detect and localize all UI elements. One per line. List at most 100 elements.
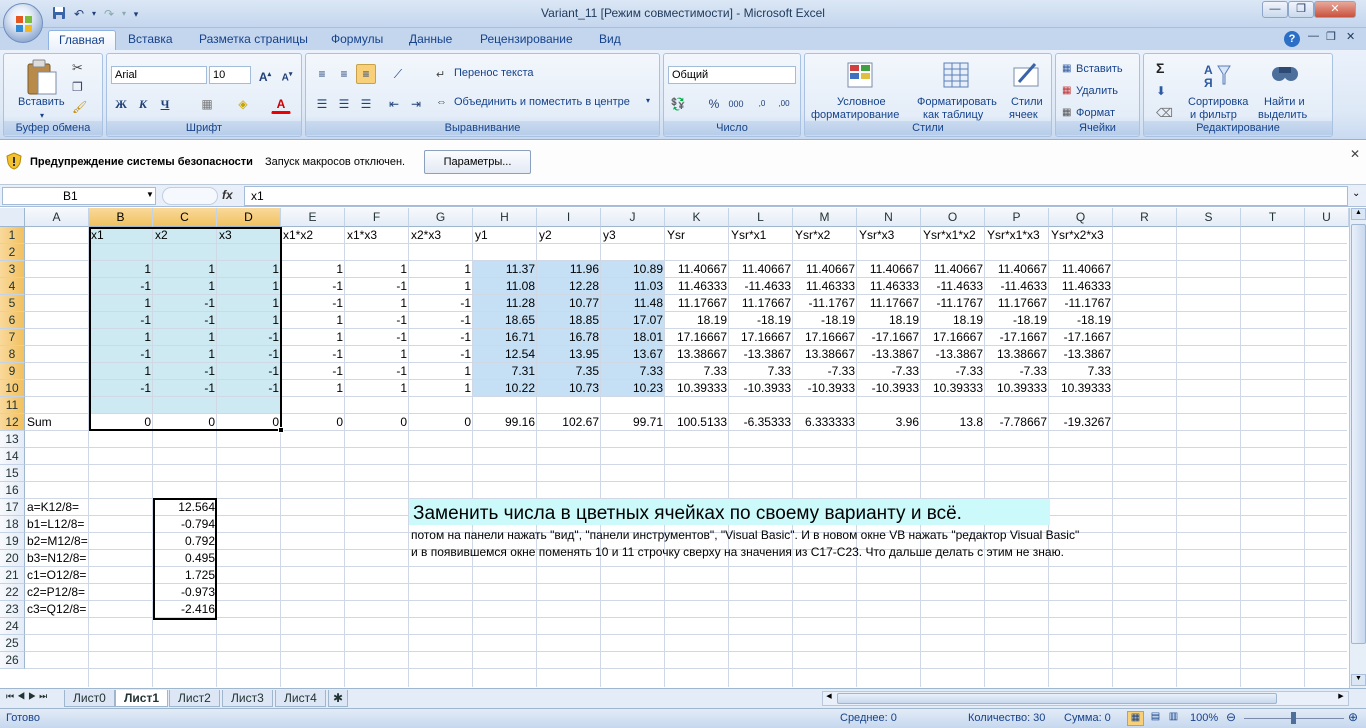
coeff-label-cell[interactable]: c2=P12/8=: [25, 584, 145, 601]
column-header[interactable]: G: [409, 208, 473, 227]
paste-dropdown-icon[interactable]: ▾: [40, 111, 44, 120]
row-header[interactable]: 12: [0, 414, 25, 431]
data-cell[interactable]: 17.16667: [665, 329, 729, 346]
data-cell[interactable]: -1: [345, 363, 409, 380]
horizontal-scroll-thumb[interactable]: [837, 693, 1277, 704]
data-cell[interactable]: 7.35: [537, 363, 601, 380]
row-header[interactable]: 2: [0, 244, 25, 261]
data-cell[interactable]: 11.17667: [985, 295, 1049, 312]
data-cell[interactable]: 11.17667: [857, 295, 921, 312]
column-header[interactable]: I: [537, 208, 601, 227]
tab-insert[interactable]: Вставка: [118, 30, 183, 50]
conditional-formatting-label-2[interactable]: форматирование: [811, 109, 899, 121]
currency-icon[interactable]: 💱: [668, 94, 688, 114]
format-painter-icon[interactable]: 🖌: [72, 100, 87, 114]
data-cell[interactable]: -13.3867: [921, 346, 985, 363]
bold-icon[interactable]: Ж: [111, 94, 131, 114]
workbook-close-icon[interactable]: ✕: [1346, 30, 1355, 43]
row-header[interactable]: 22: [0, 584, 25, 601]
sort-filter-label-1[interactable]: Сортировка: [1188, 96, 1248, 108]
page-layout-view-icon[interactable]: ▤: [1147, 711, 1164, 726]
sum-cell[interactable]: -7.78667: [985, 414, 1049, 431]
row-header[interactable]: 10: [0, 380, 25, 397]
data-cell[interactable]: 11.40667: [665, 261, 729, 278]
orientation-icon[interactable]: ⟋: [388, 64, 408, 84]
column-header[interactable]: L: [729, 208, 793, 227]
column-header[interactable]: S: [1177, 208, 1241, 227]
cut-icon[interactable]: ✂: [72, 60, 83, 76]
column-header[interactable]: D: [217, 208, 281, 227]
data-cell[interactable]: -1: [345, 278, 409, 295]
tab-formulas[interactable]: Формулы: [321, 30, 393, 50]
data-cell[interactable]: -18.19: [1049, 312, 1113, 329]
data-cell[interactable]: -13.3867: [857, 346, 921, 363]
row-header[interactable]: 23: [0, 601, 25, 618]
borders-icon[interactable]: ▦: [197, 94, 217, 114]
sum-cell[interactable]: 0: [345, 414, 409, 431]
data-cell[interactable]: 11.46333: [793, 278, 857, 295]
data-cell[interactable]: 10.39333: [921, 380, 985, 397]
align-left-icon[interactable]: ☰: [312, 94, 332, 114]
increase-decimal-icon[interactable]: ,0: [752, 94, 772, 114]
data-cell[interactable]: -17.1667: [1049, 329, 1113, 346]
paste-icon[interactable]: [24, 58, 58, 98]
font-name-box[interactable]: Arial: [111, 66, 207, 84]
data-cell[interactable]: 11.40667: [729, 261, 793, 278]
data-cell[interactable]: -7.33: [857, 363, 921, 380]
data-cell[interactable]: 11.08: [473, 278, 537, 295]
data-cell[interactable]: -7.33: [921, 363, 985, 380]
decrease-indent-icon[interactable]: ⇤: [384, 94, 404, 114]
data-cell[interactable]: 16.71: [473, 329, 537, 346]
row-header[interactable]: 26: [0, 652, 25, 669]
horizontal-scrollbar[interactable]: ◀ ▶: [822, 691, 1349, 706]
column-header[interactable]: B: [89, 208, 153, 227]
align-middle-icon[interactable]: ≡: [334, 64, 354, 84]
header-cell[interactable]: x1*x2: [281, 227, 345, 244]
data-cell[interactable]: 12.28: [537, 278, 601, 295]
column-header[interactable]: C: [153, 208, 217, 227]
row-header[interactable]: 1: [0, 227, 25, 244]
column-header[interactable]: M: [793, 208, 857, 227]
align-bottom-icon[interactable]: ≡: [356, 64, 376, 84]
row-header[interactable]: 17: [0, 499, 25, 516]
column-header[interactable]: K: [665, 208, 729, 227]
data-cell[interactable]: -11.4633: [985, 278, 1049, 295]
row-header[interactable]: 9: [0, 363, 25, 380]
data-cell[interactable]: 11.48: [601, 295, 665, 312]
underline-icon[interactable]: Ч: [155, 94, 175, 114]
grow-font-icon[interactable]: A▴: [255, 65, 275, 85]
data-cell[interactable]: 18.85: [537, 312, 601, 329]
data-cell[interactable]: 1: [409, 261, 473, 278]
data-cell[interactable]: -10.3933: [729, 380, 793, 397]
fill-icon[interactable]: ⬇: [1156, 84, 1166, 98]
data-cell[interactable]: 1: [409, 380, 473, 397]
row-header[interactable]: 21: [0, 567, 25, 584]
header-cell[interactable]: y3: [601, 227, 665, 244]
insert-function-icon[interactable]: fx: [222, 188, 233, 202]
sum-cell[interactable]: -19.3267: [1049, 414, 1113, 431]
column-header[interactable]: Q: [1049, 208, 1113, 227]
data-cell[interactable]: 18.19: [857, 312, 921, 329]
data-cell[interactable]: 17.16667: [793, 329, 857, 346]
cell-styles-label-2[interactable]: ячеек: [1009, 109, 1038, 121]
restore-button[interactable]: ❐: [1288, 1, 1314, 18]
data-cell[interactable]: 18.19: [665, 312, 729, 329]
scroll-up-icon[interactable]: ▲: [1351, 208, 1366, 220]
header-cell[interactable]: Ysr*x3: [857, 227, 921, 244]
data-cell[interactable]: -7.33: [793, 363, 857, 380]
shrink-font-icon[interactable]: A▾: [277, 65, 297, 85]
zoom-out-icon[interactable]: ⊖: [1226, 710, 1236, 724]
data-cell[interactable]: 1: [345, 380, 409, 397]
header-cell[interactable]: y1: [473, 227, 537, 244]
delete-cells-button[interactable]: Удалить: [1076, 85, 1118, 97]
data-cell[interactable]: -17.1667: [857, 329, 921, 346]
row-header[interactable]: 15: [0, 465, 25, 482]
sum-cell[interactable]: 99.71: [601, 414, 665, 431]
data-cell[interactable]: 1: [281, 312, 345, 329]
data-cell[interactable]: 1: [345, 346, 409, 363]
copy-icon[interactable]: ❐: [72, 80, 83, 94]
data-cell[interactable]: 11.40667: [985, 261, 1049, 278]
data-cell[interactable]: 10.89: [601, 261, 665, 278]
column-header[interactable]: U: [1305, 208, 1349, 227]
zoom-level[interactable]: 100%: [1190, 712, 1218, 724]
